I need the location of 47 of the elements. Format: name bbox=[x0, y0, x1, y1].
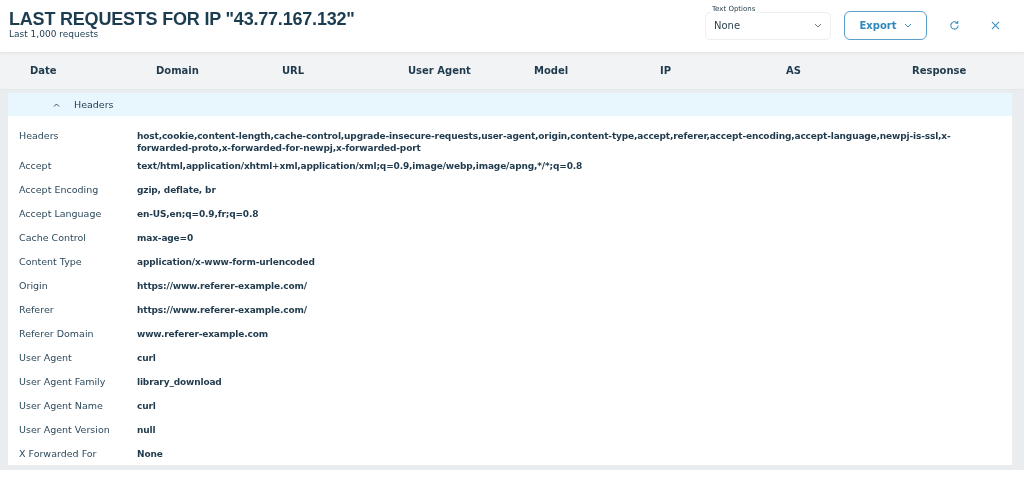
field-value: application/x-www-form-urlencoded bbox=[137, 256, 316, 268]
field-value: curl bbox=[137, 352, 157, 364]
field-value: https://www.referer-example.com/ bbox=[137, 304, 308, 316]
field-value: host,cookie,content-length,cache-control,upgrade-insecure-requests,user-agent,origin,content-type,accept,referer,accept-encoding,accept-language,newpj-is-ssl,x-forwarded-proto,x-forwarded-for-newpj,x-forwarded-port bbox=[137, 130, 952, 154]
column-header[interactable]: Model bbox=[534, 65, 569, 76]
page-title: LAST REQUESTS FOR IP "43.77.167.132" bbox=[9, 9, 355, 29]
field-value: en-US,en;q=0.9,fr;q=0.8 bbox=[137, 208, 260, 220]
field-label: X Forwarded For bbox=[18, 447, 98, 460]
field-label: Referer bbox=[18, 303, 55, 316]
field-value: library_download bbox=[137, 376, 223, 388]
text-options-dropdown[interactable]: None bbox=[705, 11, 831, 40]
field-label: Referer Domain bbox=[18, 327, 95, 340]
section-header[interactable]: Headers bbox=[8, 93, 1012, 116]
field-label: User Agent Name bbox=[18, 399, 104, 412]
field-value: gzip, deflate, br bbox=[137, 184, 217, 196]
export-button[interactable]: Export bbox=[844, 11, 927, 40]
page-subtitle: Last 1,000 requests bbox=[9, 29, 100, 40]
section-title: Headers bbox=[74, 99, 114, 110]
field-label: Accept Language bbox=[18, 207, 103, 220]
column-header[interactable]: IP bbox=[660, 65, 672, 76]
field-value: text/html,application/xhtml+xml,application/xml;q=0.9,image/webp,image/apng,*/*;q=0.8 bbox=[137, 160, 584, 172]
field-label: Content Type bbox=[18, 255, 83, 268]
field-label: Cache Control bbox=[18, 231, 87, 244]
field-value: null bbox=[137, 424, 157, 436]
chevron-down-icon bbox=[903, 23, 912, 28]
column-header[interactable]: URL bbox=[282, 65, 305, 76]
field-label: Headers bbox=[18, 129, 60, 142]
field-value: curl bbox=[137, 400, 157, 412]
field-label: Accept Encoding bbox=[18, 183, 100, 196]
column-header[interactable]: AS bbox=[786, 65, 801, 76]
column-header[interactable]: Response bbox=[912, 65, 967, 76]
field-value: www.referer-example.com bbox=[137, 328, 269, 340]
chevron-down-icon bbox=[814, 23, 822, 28]
refresh-icon[interactable] bbox=[949, 20, 960, 31]
dropdown-value: None bbox=[714, 20, 741, 31]
field-label: Origin bbox=[18, 279, 49, 292]
field-value: https://www.referer-example.com/ bbox=[137, 280, 308, 292]
field-label: User Agent Family bbox=[18, 375, 107, 388]
close-icon[interactable] bbox=[991, 21, 1000, 30]
field-label: User Agent Version bbox=[18, 423, 111, 436]
field-label: Accept bbox=[18, 159, 53, 172]
column-header[interactable]: User Agent bbox=[408, 65, 471, 76]
field-label: User Agent bbox=[18, 351, 73, 364]
column-header[interactable]: Date bbox=[30, 65, 57, 76]
column-header[interactable]: Domain bbox=[156, 65, 199, 76]
field-value: max-age=0 bbox=[137, 232, 195, 244]
field-value: None bbox=[137, 448, 164, 460]
